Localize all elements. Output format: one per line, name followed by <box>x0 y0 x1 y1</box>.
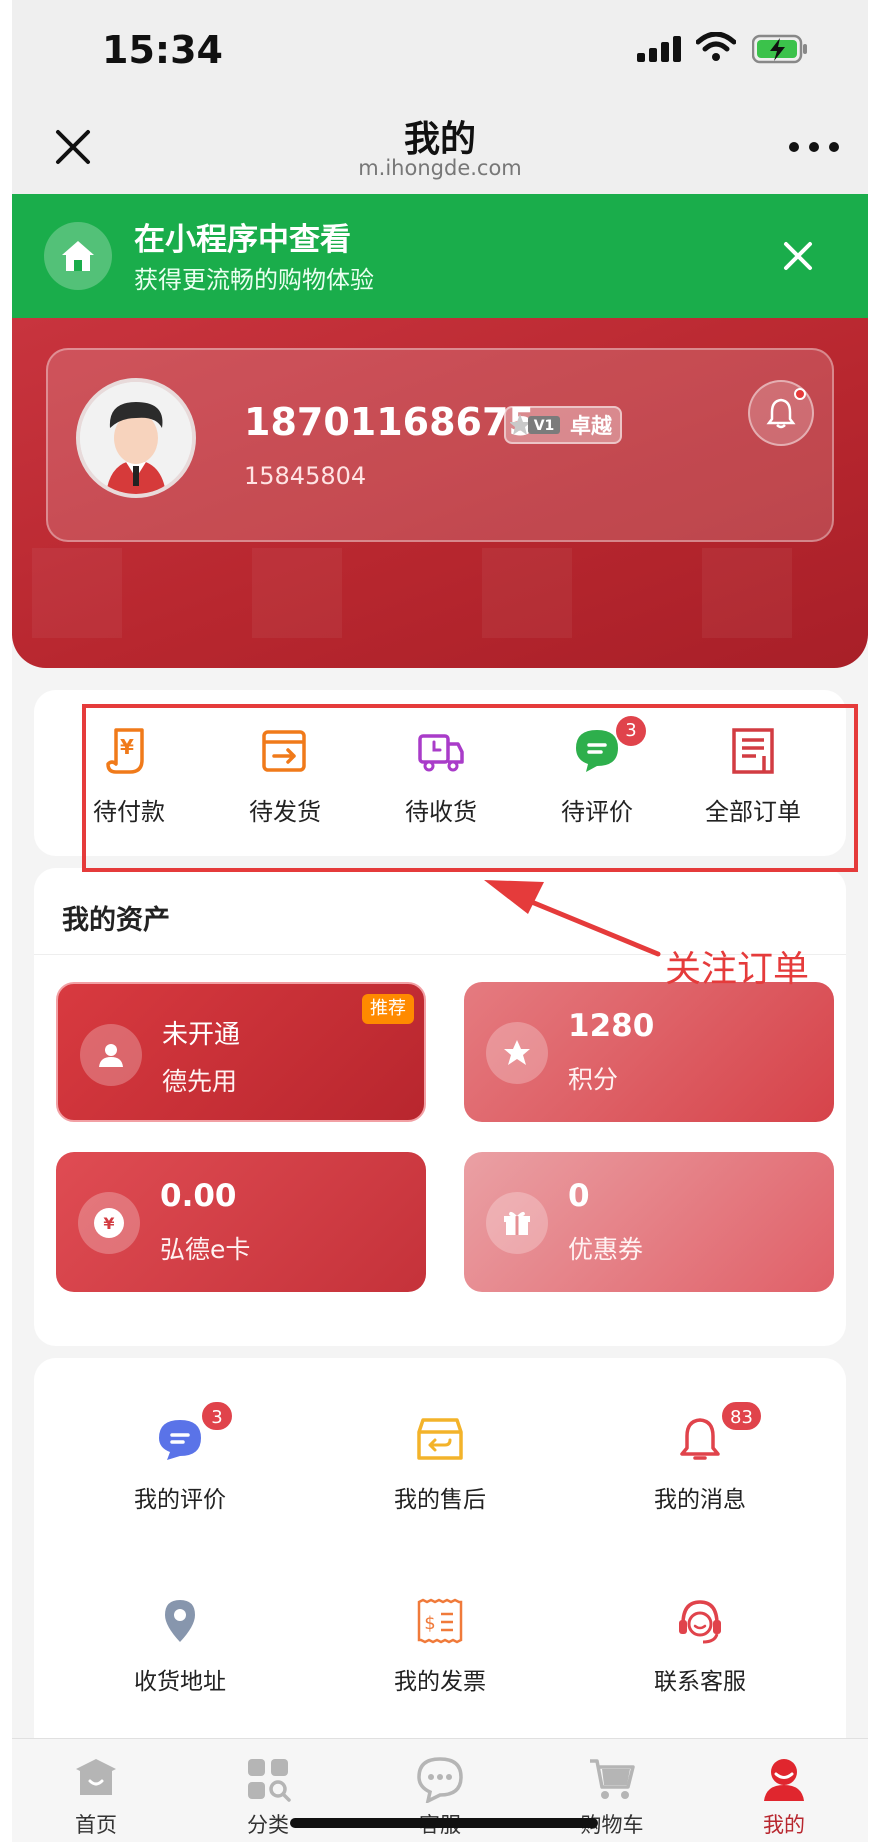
status-bar: 15:34 <box>12 0 868 100</box>
home-indicator <box>290 1818 598 1828</box>
chat-icon <box>417 1757 463 1803</box>
wifi-icon <box>696 32 736 61</box>
asset-value: 0.00 <box>160 1178 237 1214</box>
asset-value: 1280 <box>568 1008 655 1044</box>
page-title: 我的 <box>403 119 476 160</box>
annotation-highlight-box <box>82 704 858 872</box>
service-label: 收货地址 <box>134 1669 226 1695</box>
after-sale-icon <box>417 1418 463 1460</box>
assets-title: 我的资产 <box>62 905 170 936</box>
annotation-arrow-icon <box>484 880 661 957</box>
notification-button[interactable] <box>748 380 814 446</box>
message-count-badge: 83 <box>720 1400 763 1432</box>
cellular-signal-icon <box>637 36 681 62</box>
asset-label: 积分 <box>568 1065 619 1094</box>
profile-card[interactable]: 18701168675 V1 卓越 15845804 <box>46 348 834 542</box>
svg-text:V1: V1 <box>534 418 555 434</box>
user-icon <box>80 1024 142 1086</box>
home-icon <box>76 1759 116 1795</box>
yuan-icon: ¥ <box>78 1192 140 1254</box>
asset-value: 0 <box>568 1178 590 1214</box>
v1-badge-icon: V1 <box>510 414 560 435</box>
asset-label: 德先用 <box>162 1067 238 1096</box>
asset-card-points[interactable]: 1280 积分 <box>464 982 834 1122</box>
category-icon <box>248 1759 291 1802</box>
nav-bar: 我的 m.ihongde.com <box>12 100 868 194</box>
tab-label: 我的 <box>763 1813 805 1837</box>
bell-icon <box>680 1418 720 1460</box>
svg-text:$: $ <box>424 1613 435 1634</box>
tab-home[interactable]: 首页 <box>36 1755 156 1839</box>
more-options-icon[interactable] <box>784 132 844 162</box>
service-label: 我的售后 <box>394 1487 486 1513</box>
banner-title: 在小程序中查看 <box>134 222 351 258</box>
vip-badge: V1 卓越 <box>504 406 622 444</box>
mini-program-banner[interactable]: 在小程序中查看 获得更流畅的购物体验 <box>12 194 868 318</box>
status-time: 15:34 <box>102 28 223 72</box>
phone-screen: 15:34 我的 m.ihongde.com 在小程序中查看 获得更流畅的购物体… <box>12 0 868 1842</box>
service-label: 联系客服 <box>654 1669 746 1695</box>
review-icon <box>159 1420 201 1460</box>
tab-profile[interactable]: 我的 <box>724 1755 844 1839</box>
service-label: 我的消息 <box>654 1487 746 1513</box>
home-icon <box>44 222 112 290</box>
background-pattern <box>252 548 342 638</box>
invoice-icon: $ <box>417 1598 463 1644</box>
service-my-reviews[interactable]: 我的评价 3 <box>60 1400 300 1514</box>
notification-dot <box>794 388 806 400</box>
page-url: m.ihongde.com <box>358 156 522 180</box>
service-messages[interactable]: 我的消息 83 <box>580 1400 820 1514</box>
service-invoice[interactable]: $ 我的发票 <box>320 1596 560 1696</box>
recommend-tag: 推荐 <box>362 994 414 1024</box>
service-after-sale[interactable]: 我的售后 <box>320 1414 560 1514</box>
asset-card-coupon[interactable]: 0 优惠券 <box>464 1152 834 1292</box>
service-label: 我的评价 <box>134 1487 226 1513</box>
background-pattern <box>32 548 122 638</box>
headset-icon <box>679 1600 721 1644</box>
background-pattern <box>482 548 572 638</box>
user-phone: 18701168675 <box>244 400 535 444</box>
avatar[interactable] <box>76 378 196 498</box>
star-icon <box>486 1022 548 1084</box>
banner-close-icon[interactable] <box>776 234 820 278</box>
asset-card-ecard[interactable]: ¥ 0.00 弘德e卡 <box>56 1152 426 1292</box>
services-card: 我的评价 3 我的售后 我的消息 83 收货地址 $ 我的发票 联系客服 <box>34 1358 846 1738</box>
cart-icon <box>590 1759 635 1799</box>
battery-charging-icon <box>752 34 807 64</box>
bell-icon <box>766 398 796 429</box>
user-id: 15845804 <box>244 462 367 490</box>
annotation-label: 关注订单 <box>665 949 810 990</box>
banner-subtitle: 获得更流畅的购物体验 <box>134 266 374 294</box>
review-count-badge: 3 <box>200 1400 234 1432</box>
svg-text:¥: ¥ <box>103 1214 114 1233</box>
location-icon <box>165 1600 195 1642</box>
asset-value: 未开通 <box>162 1020 241 1050</box>
profile-icon <box>764 1759 804 1801</box>
service-label: 我的发票 <box>394 1669 486 1695</box>
tab-label: 首页 <box>75 1813 117 1837</box>
asset-label: 弘德e卡 <box>160 1235 251 1264</box>
background-pattern <box>702 548 792 638</box>
service-address[interactable]: 收货地址 <box>60 1596 300 1696</box>
vip-label: 卓越 <box>570 414 612 438</box>
profile-header: 18701168675 V1 卓越 15845804 <box>12 318 868 668</box>
asset-label: 优惠券 <box>568 1235 644 1264</box>
gift-icon <box>486 1192 548 1254</box>
asset-card-dexianyong[interactable]: 未开通 德先用 推荐 <box>56 982 426 1122</box>
service-customer-support[interactable]: 联系客服 <box>580 1596 820 1696</box>
